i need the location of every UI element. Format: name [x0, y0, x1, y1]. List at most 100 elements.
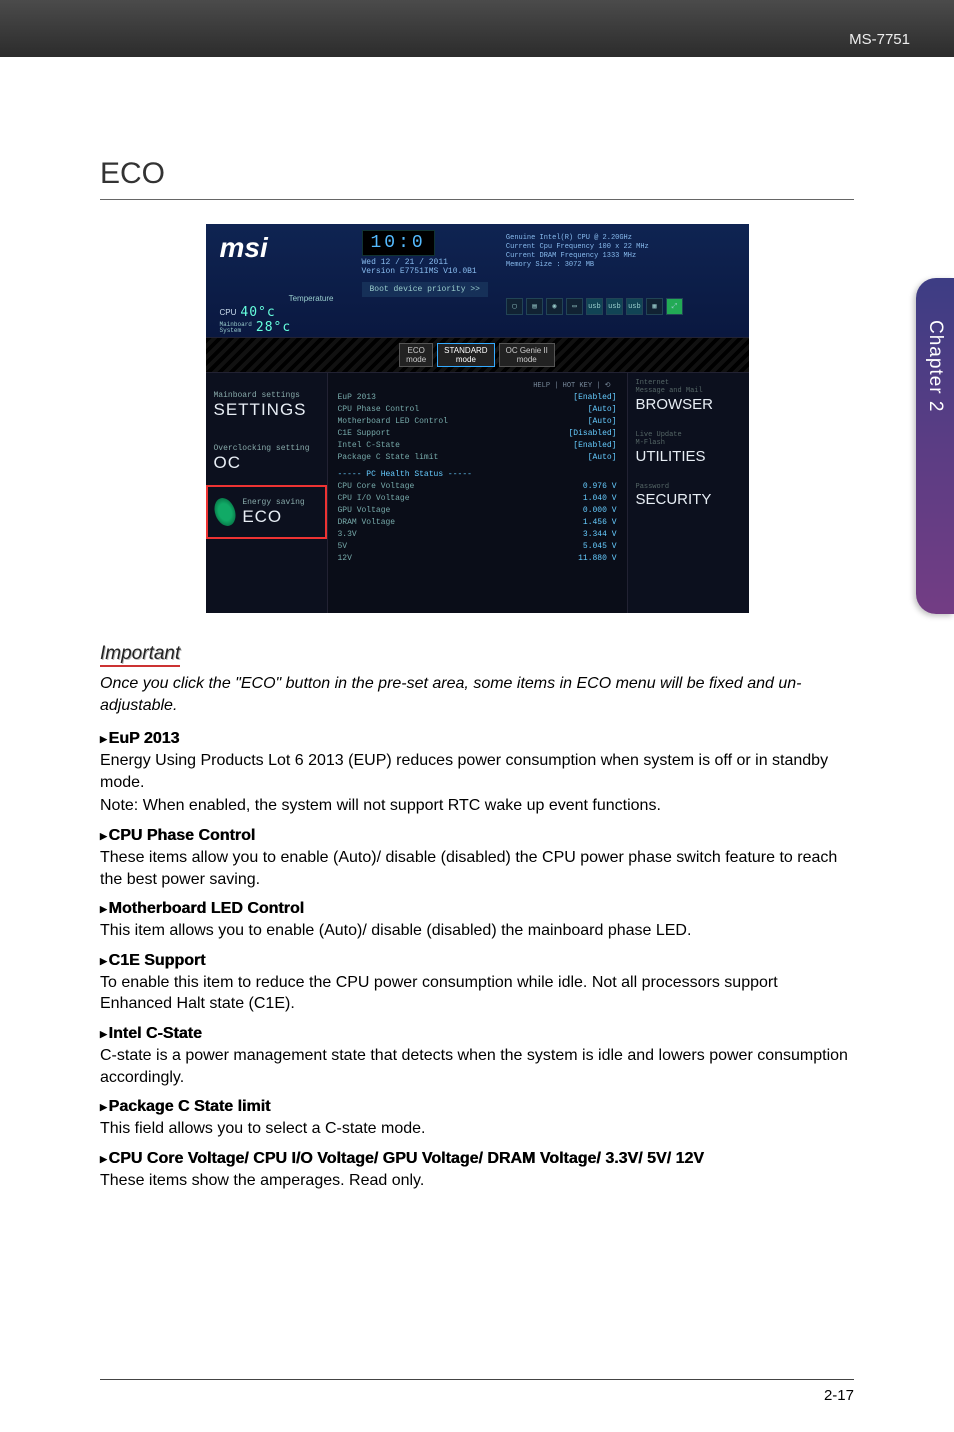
settings-panel: HELP | HOT KEY | ⟲ EuP 2013[Enabled]CPU …: [328, 373, 627, 613]
bios-screenshot: × F12 msi Temperature CPU 40°c Mainboard…: [206, 224, 749, 613]
health-key: 3.3V: [338, 529, 357, 541]
nav-eco[interactable]: Energy saving ECO: [206, 485, 327, 539]
leaf-icon: [209, 494, 240, 530]
setting-row[interactable]: CPU Phase Control [Auto]: [338, 404, 617, 416]
bios-body: Mainboard settings SETTINGS Overclocking…: [206, 373, 749, 613]
setting-row[interactable]: Package C State limit [Auto]: [338, 452, 617, 464]
item-text: Note: When enabled, the system will not …: [100, 795, 854, 817]
item-text: To enable this item to reduce the CPU po…: [100, 972, 854, 1015]
usb-icon[interactable]: usb: [586, 298, 603, 315]
important-note: Once you click the "ECO" button in the p…: [100, 673, 854, 716]
page-title: ECO: [100, 157, 854, 200]
item-heading: Package C State limit: [100, 1098, 854, 1116]
item-text: These items show the amperages. Read onl…: [100, 1170, 854, 1192]
setting-value: [Auto]: [588, 416, 617, 428]
expand-icon[interactable]: ⤢: [666, 298, 683, 315]
nav-settings-label: SETTINGS: [214, 400, 319, 420]
health-value: 0.976 V: [583, 481, 617, 493]
nav-settings[interactable]: Mainboard settings SETTINGS: [206, 379, 327, 432]
health-value: 0.000 V: [583, 505, 617, 517]
nav-oc-label: OC: [214, 453, 319, 473]
setting-key: CPU Phase Control: [338, 404, 420, 416]
utilities-label: UTILITIES: [636, 448, 741, 465]
utilities-sub: Live Update M-Flash: [636, 431, 741, 448]
cpu-label: CPU: [220, 308, 237, 317]
system-info: Genuine Intel(R) CPU @ 2.20GHz Current C…: [506, 230, 683, 270]
tab-eco[interactable]: ECO mode: [399, 343, 433, 367]
item-text: C-state is a power management state that…: [100, 1045, 854, 1088]
bios-version: Version E7751IMS V10.0B1: [362, 267, 488, 276]
nav-browser[interactable]: Internet Message and Mail BROWSER: [636, 379, 741, 413]
browser-sub: Internet Message and Mail: [636, 379, 741, 396]
health-row: CPU I/O Voltage 1.040 V: [338, 493, 617, 505]
mainboard-label: Mainboard System: [220, 322, 252, 334]
footer-rule: [100, 1379, 854, 1380]
item-heading: Motherboard LED Control: [100, 900, 854, 918]
health-row: GPU Voltage0.000 V: [338, 505, 617, 517]
setting-key: C1E Support: [338, 428, 391, 440]
model-number: MS-7751: [849, 31, 910, 48]
nav-security[interactable]: Password SECURITY: [636, 483, 741, 508]
header-strip: [0, 0, 954, 57]
chapter-label: Chapter 2: [924, 320, 946, 412]
mode-tabs: ECO mode STANDARD mode OC Genie II mode: [206, 337, 749, 373]
usb-icon[interactable]: usb: [606, 298, 623, 315]
health-key: 5V: [338, 541, 348, 553]
item-heading: CPU Phase Control: [100, 827, 854, 845]
health-key: CPU Core Voltage: [338, 481, 415, 493]
boot-priority-button[interactable]: Boot device priority >>: [362, 282, 488, 297]
health-key: DRAM Voltage: [338, 517, 396, 529]
item-text: These items allow you to enable (Auto)/ …: [100, 847, 854, 890]
item-text: Energy Using Products Lot 6 2013 (EUP) r…: [100, 750, 854, 793]
setting-row[interactable]: EuP 2013 [Enabled]: [338, 392, 617, 404]
info-dramfreq: Current DRAM Frequency 1333 MHz: [506, 252, 683, 261]
setting-value: [Auto]: [588, 452, 617, 464]
important-heading: Important: [100, 643, 180, 667]
setting-row[interactable]: C1E Support [Disabled]: [338, 428, 617, 440]
help-header: HELP | HOT KEY | ⟲: [338, 379, 617, 392]
browser-label: BROWSER: [636, 396, 741, 413]
page-number: 2-17: [824, 1387, 854, 1404]
hdd-icon[interactable]: ▤: [526, 298, 543, 315]
nav-oc-sub: Overclocking setting: [214, 444, 310, 453]
health-row: CPU Core Voltage 0.976 V: [338, 481, 617, 493]
nav-settings-sub: Mainboard settings: [214, 391, 300, 400]
uefi-icon[interactable]: ▦: [646, 298, 663, 315]
nav-eco-label: ECO: [242, 507, 304, 527]
msi-logo: msi: [216, 230, 334, 264]
setting-key: Motherboard LED Control: [338, 416, 448, 428]
setting-value: [Enabled]: [573, 392, 616, 404]
item-heading: CPU Core Voltage/ CPU I/O Voltage/ GPU V…: [100, 1150, 854, 1168]
setting-value: [Enabled]: [573, 440, 616, 452]
chapter-tab: Chapter 2: [916, 278, 954, 614]
health-key: CPU I/O Voltage: [338, 493, 410, 505]
health-value: 11.880 V: [578, 553, 616, 565]
tab-standard[interactable]: STANDARD mode: [437, 343, 494, 367]
nav-utilities[interactable]: Live Update M-Flash UTILITIES: [636, 431, 741, 465]
info-cpufreq: Current Cpu Frequency 100 x 22 MHz: [506, 243, 683, 252]
health-value: 1.040 V: [583, 493, 617, 505]
nav-oc[interactable]: Overclocking setting OC: [206, 432, 327, 485]
setting-row[interactable]: Intel C-State [Enabled]: [338, 440, 617, 452]
tab-ocgenie[interactable]: OC Genie II mode: [499, 343, 555, 367]
health-row: 12V 11.880 V: [338, 553, 617, 565]
health-key: 12V: [338, 553, 352, 565]
setting-value: [Auto]: [588, 404, 617, 416]
setting-row[interactable]: Motherboard LED Control [Auto]: [338, 416, 617, 428]
disc-icon[interactable]: ◉: [546, 298, 563, 315]
mainboard-temp: 28°c: [256, 320, 291, 335]
folder-icon[interactable]: ▭: [566, 298, 583, 315]
bios-header: msi Temperature CPU 40°c Mainboard Syste…: [206, 224, 749, 337]
setting-key: EuP 2013: [338, 392, 376, 404]
item-heading: Intel C-State: [100, 1025, 854, 1043]
setting-value: [Disabled]: [568, 428, 616, 440]
health-row: DRAM Voltage1.456 V: [338, 517, 617, 529]
bios-clock: 10:0: [362, 230, 435, 256]
item-heading: EuP 2013: [100, 730, 854, 748]
bios-date: Wed 12 / 21 / 2011: [362, 258, 488, 267]
usb-icon[interactable]: usb: [626, 298, 643, 315]
setting-key: Package C State limit: [338, 452, 439, 464]
security-sub: Password: [636, 483, 741, 491]
monitor-icon[interactable]: ▢: [506, 298, 523, 315]
setting-key: Intel C-State: [338, 440, 400, 452]
